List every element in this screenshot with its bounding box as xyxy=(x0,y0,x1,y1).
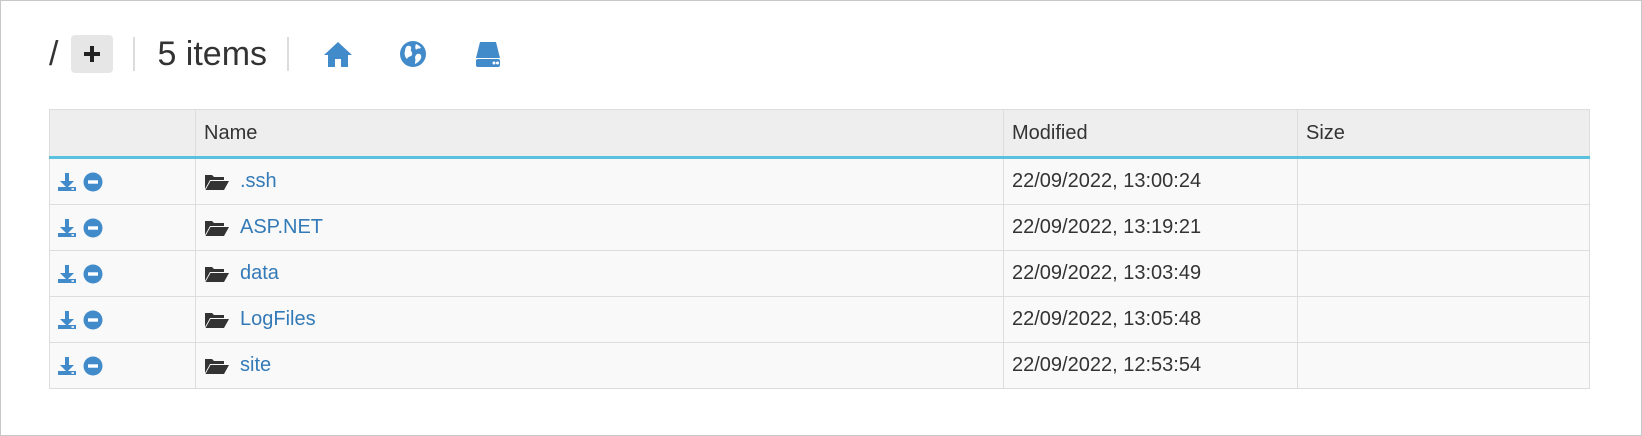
home-button[interactable] xyxy=(321,37,355,71)
folder-open-icon xyxy=(204,309,232,331)
row-actions xyxy=(49,342,196,389)
row-size-cell xyxy=(1297,157,1590,205)
row-modified-cell: 22/09/2022, 13:03:49 xyxy=(1003,250,1298,297)
row-size-cell xyxy=(1297,250,1590,297)
row-size-cell xyxy=(1297,204,1590,251)
breadcrumb-root[interactable]: / xyxy=(49,33,58,75)
row-name-cell: LogFiles xyxy=(195,296,1004,343)
minus-circle-icon xyxy=(83,310,103,329)
table-row: LogFiles 22/09/2022, 13:05:48 xyxy=(49,296,1590,343)
delete-button[interactable] xyxy=(82,263,104,285)
delete-button[interactable] xyxy=(82,171,104,193)
minus-circle-icon xyxy=(83,218,103,237)
minus-circle-icon xyxy=(83,356,103,375)
row-actions xyxy=(49,204,196,251)
file-browser-window: / 5 items Name Modified Size .ssh 22/09/… xyxy=(0,0,1642,436)
table-row: ASP.NET 22/09/2022, 13:19:21 xyxy=(49,204,1590,251)
file-name-link[interactable]: site xyxy=(240,354,271,377)
download-button[interactable] xyxy=(56,309,78,331)
file-name-link[interactable]: LogFiles xyxy=(240,308,316,331)
download-icon xyxy=(58,172,76,191)
row-size-cell xyxy=(1297,296,1590,343)
folder-open-icon xyxy=(204,263,232,285)
download-button[interactable] xyxy=(56,217,78,239)
minus-circle-icon xyxy=(83,172,103,191)
toolbar: / 5 items xyxy=(49,33,505,75)
globe-button[interactable] xyxy=(396,37,430,71)
file-table: Name Modified Size .ssh 22/09/2022, 13:0… xyxy=(49,109,1590,389)
file-name-link[interactable]: data xyxy=(240,262,279,285)
download-button[interactable] xyxy=(56,355,78,377)
column-header-name[interactable]: Name xyxy=(195,109,1004,159)
column-header-size[interactable]: Size xyxy=(1297,109,1590,159)
column-header-modified[interactable]: Modified xyxy=(1003,109,1298,159)
row-modified-cell: 22/09/2022, 13:19:21 xyxy=(1003,204,1298,251)
row-modified-cell: 22/09/2022, 13:05:48 xyxy=(1003,296,1298,343)
table-header-row: Name Modified Size xyxy=(49,109,1590,159)
download-button[interactable] xyxy=(56,263,78,285)
plus-icon xyxy=(84,46,101,62)
folder-open-icon xyxy=(204,171,232,193)
table-row: data 22/09/2022, 13:03:49 xyxy=(49,250,1590,297)
row-modified-cell: 22/09/2022, 13:00:24 xyxy=(1003,157,1298,205)
toolbar-divider xyxy=(287,37,290,71)
download-icon xyxy=(58,264,76,283)
file-name-link[interactable]: ASP.NET xyxy=(240,216,323,239)
row-actions xyxy=(49,250,196,297)
download-icon xyxy=(58,310,76,329)
minus-circle-icon xyxy=(83,264,103,283)
row-name-cell: .ssh xyxy=(195,157,1004,205)
delete-button[interactable] xyxy=(82,309,104,331)
download-icon xyxy=(58,356,76,375)
delete-button[interactable] xyxy=(82,355,104,377)
row-size-cell xyxy=(1297,342,1590,389)
add-button[interactable] xyxy=(71,35,114,73)
drive-button[interactable] xyxy=(471,37,505,71)
globe-icon xyxy=(400,41,427,67)
home-icon xyxy=(324,42,353,67)
row-name-cell: site xyxy=(195,342,1004,389)
row-actions xyxy=(49,157,196,205)
row-name-cell: ASP.NET xyxy=(195,204,1004,251)
table-row: site 22/09/2022, 12:53:54 xyxy=(49,342,1590,389)
column-header-actions xyxy=(49,109,196,159)
file-name-link[interactable]: .ssh xyxy=(240,170,277,193)
hard-drive-icon xyxy=(476,42,501,67)
toolbar-divider xyxy=(133,37,136,71)
row-name-cell: data xyxy=(195,250,1004,297)
row-actions xyxy=(49,296,196,343)
download-button[interactable] xyxy=(56,171,78,193)
download-icon xyxy=(58,218,76,237)
delete-button[interactable] xyxy=(82,217,104,239)
item-count: 5 items xyxy=(157,35,268,73)
row-modified-cell: 22/09/2022, 12:53:54 xyxy=(1003,342,1298,389)
table-row: .ssh 22/09/2022, 13:00:24 xyxy=(49,157,1590,205)
folder-open-icon xyxy=(204,355,232,377)
folder-open-icon xyxy=(204,217,232,239)
